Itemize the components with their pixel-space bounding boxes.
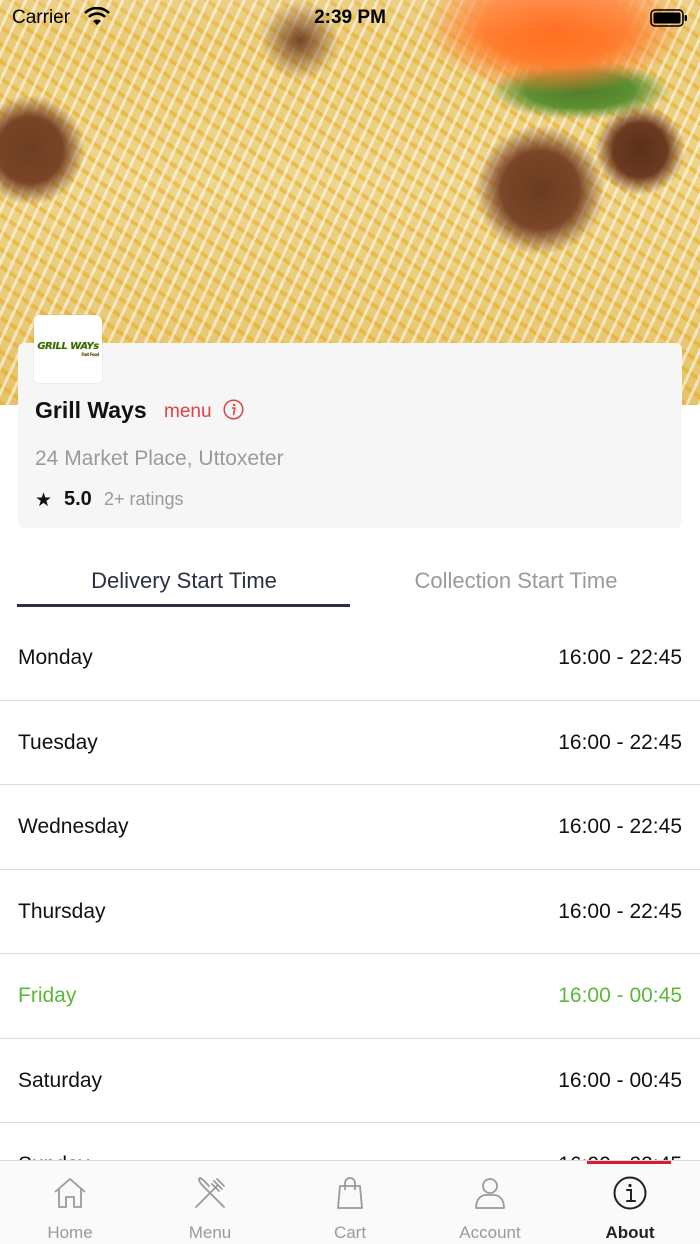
tabbar-item-menu[interactable]: Menu: [140, 1161, 280, 1244]
schedule-row-monday: Monday 16:00 - 22:45: [0, 616, 700, 701]
bottom-tab-bar: Home Menu Cart Account About: [0, 1160, 700, 1244]
rating-value: 5.0: [64, 488, 92, 510]
tab-delivery-start-time[interactable]: Delivery Start Time: [18, 568, 350, 594]
fork-knife-icon: [195, 1177, 225, 1208]
shopping-bag-icon: [337, 1177, 363, 1209]
restaurant-logo: GRILL WAYs Fast Food: [34, 315, 102, 383]
tabbar-label: About: [605, 1223, 655, 1242]
tabbar-item-cart[interactable]: Cart: [280, 1161, 420, 1244]
hours-label: 16:00 - 22:45: [558, 646, 682, 669]
tabbar-label: Menu: [188, 1223, 232, 1242]
schedule-row-tuesday: Tuesday 16:00 - 22:45: [0, 701, 700, 785]
day-label: Tuesday: [18, 730, 98, 754]
tabbar-label: Account: [459, 1223, 521, 1242]
tab-collection-start-time[interactable]: Collection Start Time: [350, 568, 682, 594]
restaurant-name: Grill Ways: [35, 397, 147, 423]
hours-label: 16:00 - 00:45: [558, 1068, 682, 1092]
clock: 2:39 PM: [314, 7, 386, 28]
rating-count: 2+ ratings: [104, 489, 184, 509]
opening-hours-list: Monday 16:00 - 22:45 Tuesday 16:00 - 22:…: [0, 616, 700, 1161]
hours-label: 16:00 - 22:45: [558, 899, 682, 923]
tabbar-item-about[interactable]: About: [560, 1161, 700, 1244]
schedule-row-wednesday: Wednesday 16:00 - 22:45: [0, 785, 700, 870]
day-label: Wednesday: [18, 815, 129, 838]
logo-wordmark: GRILL WAYs Fast Food: [37, 341, 99, 357]
battery-icon: [650, 9, 687, 27]
tabbar-label: Home: [47, 1223, 93, 1242]
star-icon: ★: [35, 490, 53, 511]
schedule-row-friday: Friday 16:00 - 00:45: [0, 954, 700, 1039]
tabbar-label: Cart: [333, 1223, 367, 1242]
schedule-row-thursday: Thursday 16:00 - 22:45: [0, 870, 700, 954]
restaurant-address: 24 Market Place, Uttoxeter: [35, 447, 284, 470]
day-label: Thursday: [18, 899, 106, 923]
info-icon: [613, 1176, 647, 1210]
schedule-row-sunday: Sunday 16:00 - 22:45: [0, 1123, 700, 1161]
info-icon[interactable]: [223, 399, 244, 420]
status-bar: Carrier 2:39 PM: [0, 0, 700, 36]
tab-active-underline: [17, 604, 350, 607]
hours-label: 16:00 - 22:45: [558, 815, 682, 838]
hours-label: 16:00 - 22:45: [558, 730, 682, 754]
tabbar-item-account[interactable]: Account: [420, 1161, 560, 1244]
day-label: Friday: [18, 984, 77, 1007]
tabbar-item-home[interactable]: Home: [0, 1161, 140, 1244]
user-icon: [475, 1178, 505, 1209]
home-icon: [54, 1178, 86, 1208]
menu-link[interactable]: menu: [164, 401, 212, 423]
day-label: Monday: [18, 646, 93, 669]
day-label: Saturday: [18, 1068, 103, 1092]
hours-label: 16:00 - 00:45: [558, 984, 682, 1007]
schedule-row-saturday: Saturday 16:00 - 00:45: [0, 1039, 700, 1123]
